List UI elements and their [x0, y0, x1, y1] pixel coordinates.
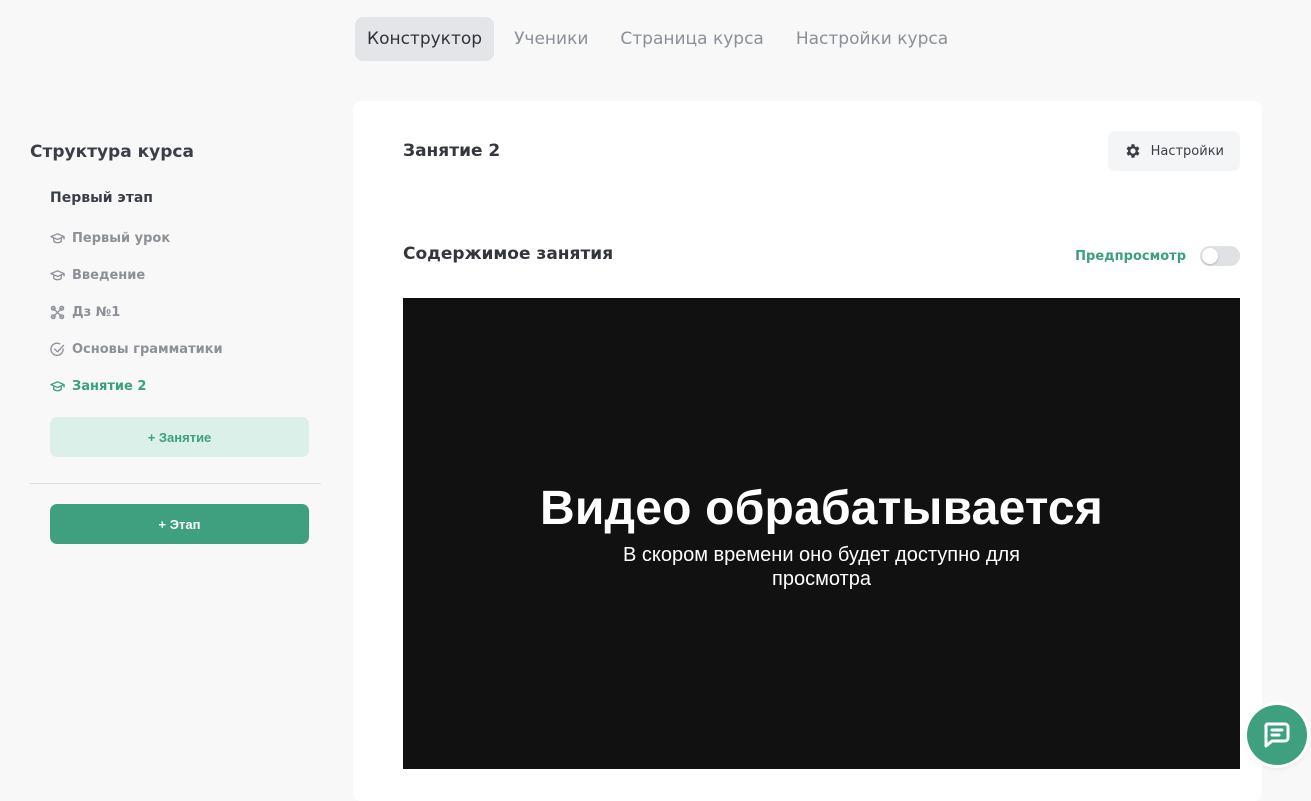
lesson-editor-card: Занятие 2 Настройки Содержимое занятия П…: [353, 101, 1262, 801]
sidebar-title: Структура курса: [30, 142, 194, 162]
video-processing-subtitle: В скором времени оно будет доступно для …: [622, 544, 1020, 590]
graduation-cap-icon: [50, 381, 65, 392]
preview-toggle[interactable]: [1200, 246, 1240, 266]
content-title: Содержимое занятия: [403, 244, 614, 264]
preview-control: Предпросмотр: [1075, 246, 1240, 266]
lesson-item-homework-1[interactable]: Дз №1: [50, 294, 321, 331]
add-lesson-button[interactable]: + Занятие: [50, 417, 309, 457]
tab-course-settings[interactable]: Настройки курса: [784, 17, 960, 61]
lesson-item-lesson-2[interactable]: Занятие 2: [50, 368, 321, 405]
divider: [30, 483, 321, 484]
lesson-item-grammar-basics[interactable]: Основы грамматики: [50, 331, 321, 368]
chat-icon: [1264, 722, 1290, 748]
tab-students[interactable]: Ученики: [502, 17, 600, 61]
settings-button[interactable]: Настройки: [1107, 131, 1240, 171]
lesson-list: Первый урок Введение Дз №1 Основы грамма…: [50, 220, 321, 405]
chat-button[interactable]: [1247, 705, 1307, 765]
stage-title[interactable]: Первый этап: [50, 190, 321, 206]
toggle-knob: [1202, 248, 1218, 264]
homework-icon: [50, 305, 65, 320]
lesson-item-first-lesson[interactable]: Первый урок: [50, 220, 321, 257]
gear-icon: [1126, 144, 1140, 158]
tab-constructor[interactable]: Конструктор: [355, 17, 495, 61]
check-circle-icon: [50, 342, 65, 357]
graduation-cap-icon: [50, 233, 65, 244]
top-tabs: Конструктор Ученики Страница курса Настр…: [355, 17, 960, 61]
preview-label: Предпросмотр: [1075, 248, 1186, 264]
tab-course-page[interactable]: Страница курса: [608, 17, 775, 61]
settings-label: Настройки: [1150, 143, 1224, 159]
lesson-label: Дз №1: [72, 305, 121, 320]
course-structure-sidebar: Структура курса Первый этап Первый урок …: [30, 140, 321, 544]
lesson-title: Занятие 2: [403, 141, 501, 161]
lesson-label: Основы грамматики: [72, 342, 223, 357]
lesson-item-intro[interactable]: Введение: [50, 257, 321, 294]
lesson-label: Занятие 2: [72, 379, 147, 394]
graduation-cap-icon: [50, 270, 65, 281]
lesson-label: Введение: [72, 268, 146, 283]
add-stage-button[interactable]: + Этап: [50, 504, 309, 544]
lesson-label: Первый урок: [72, 231, 171, 246]
video-player[interactable]: Видео обрабатывается В скором времени он…: [403, 298, 1240, 769]
video-processing-title: Видео обрабатывается: [539, 482, 1104, 535]
